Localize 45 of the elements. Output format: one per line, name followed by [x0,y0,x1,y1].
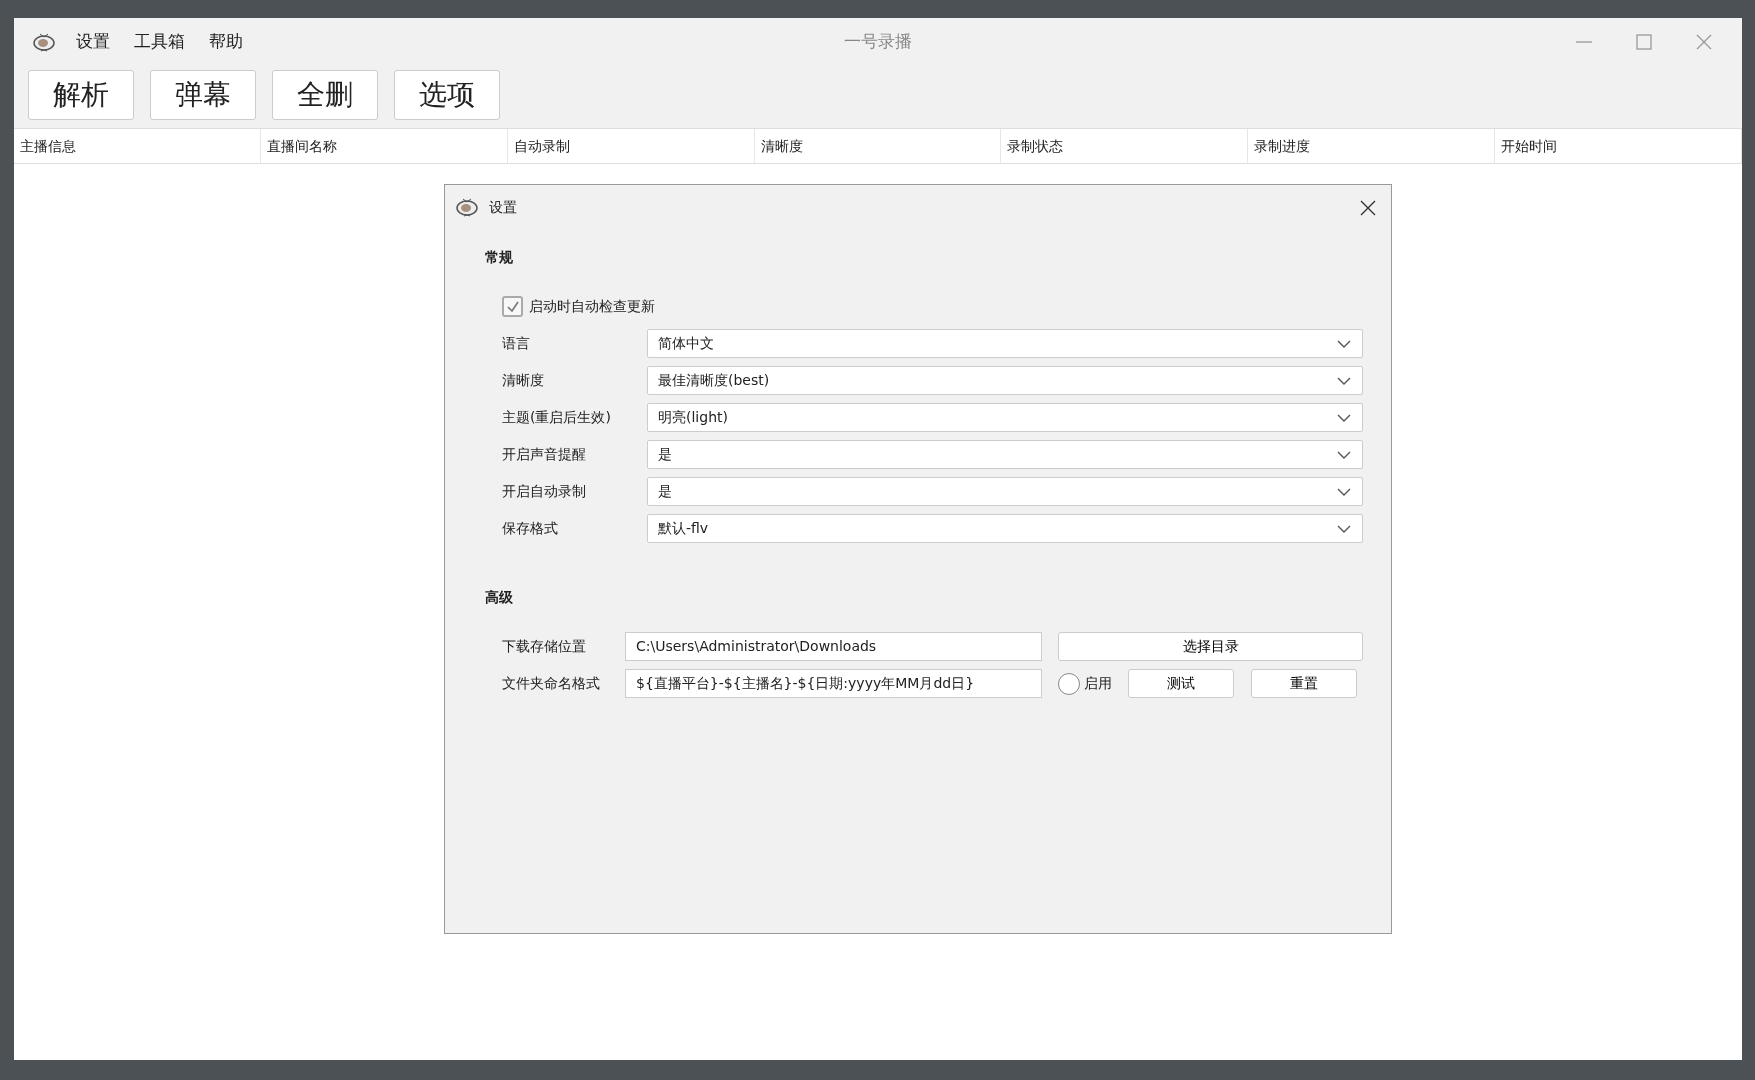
check-icon [505,299,520,314]
path-field[interactable]: C:\Users\Administrator\Downloads [625,632,1042,661]
column-header: 自动录制 [513,138,570,154]
radio-button[interactable] [1058,672,1080,695]
toolbar-button[interactable]: 解析 [28,70,134,120]
dialog-button[interactable]: 测试 [1128,669,1234,698]
toolbar-button[interactable]: 弹幕 [150,70,256,120]
close-icon[interactable] [1694,32,1714,52]
column-header: 清晰度 [760,138,803,154]
field-label: 语言 [502,334,531,353]
field-label: 文件夹命名格式 [502,674,601,693]
field-label: 下载存储位置 [502,637,587,656]
window-title: 一号录播 [844,31,912,52]
dropdown[interactable]: 默认-flv [647,514,1363,543]
menu-item[interactable]: 帮助 [197,29,255,55]
section-heading: 常规 [485,248,514,267]
column-header: 主播信息 [20,138,76,154]
column-header: 开始时间 [1501,138,1558,154]
browse-button[interactable]: 选择目录 [1058,632,1363,661]
checkbox[interactable] [502,296,523,317]
dropdown[interactable]: 简体中文 [647,329,1363,358]
menu-item[interactable]: 工具箱 [122,29,197,55]
menu-item[interactable]: 设置 [64,29,122,55]
close-icon [1359,198,1377,217]
dropdown[interactable]: 是 [647,477,1363,506]
dropdown[interactable]: 最佳清晰度(best) [647,366,1363,395]
toolbar-button[interactable]: 选项 [394,70,500,120]
column-header: 录制状态 [1007,138,1064,154]
column-header: 直播间名称 [266,138,337,154]
dropdown[interactable]: 明亮(light) [647,403,1363,432]
field-label: 开启声音提醒 [502,445,587,464]
radio-label: 启用 [1084,674,1112,693]
field-label: 主题(重启后生效) [502,408,612,427]
checkbox-label: 启动时自动检查更新 [529,297,655,316]
field-label: 清晰度 [502,371,545,390]
column-header: 录制进度 [1254,138,1311,154]
dropdown[interactable]: 是 [647,440,1363,469]
dialog-button[interactable]: 重置 [1251,669,1357,698]
toolbar-button[interactable]: 全删 [272,70,378,120]
maximize-icon[interactable] [1634,32,1654,52]
section-heading: 高级 [485,588,514,607]
naming-format-field[interactable]: ${直播平台}-${主播名}-${日期:yyyy年MM月dd日} [625,669,1042,698]
field-label: 保存格式 [502,519,559,538]
field-label: 开启自动录制 [502,482,587,501]
dialog-title: 设置 [489,197,517,217]
